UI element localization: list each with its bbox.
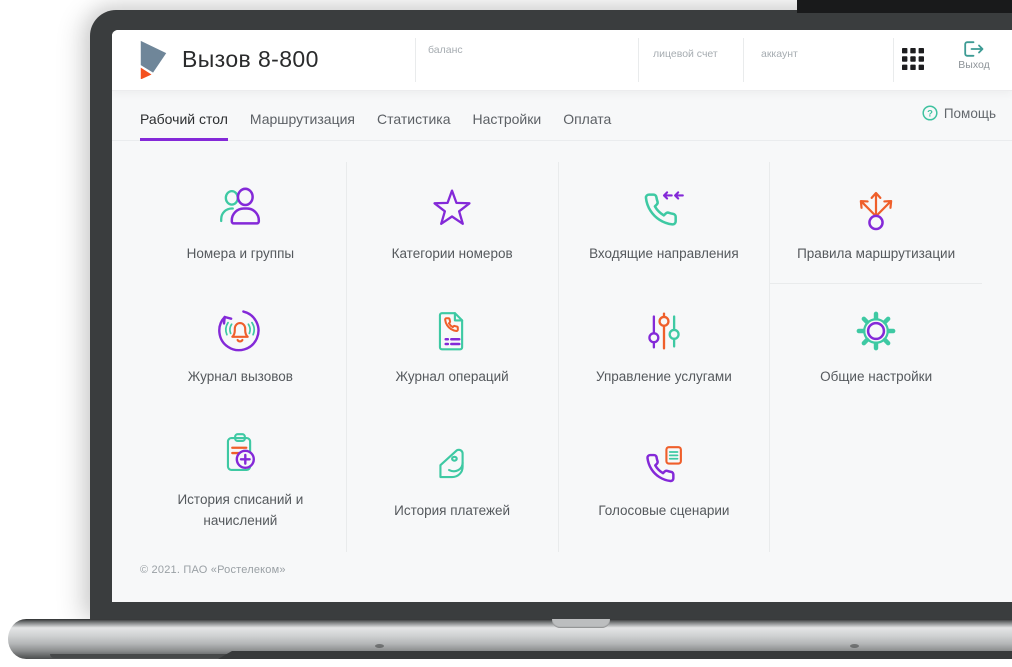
tile-label: Входящие направления — [589, 246, 739, 262]
call-log-icon — [218, 309, 261, 351]
laptop-screen: Вызов 8-800 баланс лицевой счет аккаунт — [112, 30, 1012, 602]
app-header: Вызов 8-800 баланс лицевой счет аккаунт — [112, 30, 1012, 90]
logout-label: Выход — [958, 59, 990, 71]
tile-label: История платежей — [394, 502, 511, 518]
tile-number-categories[interactable]: Категории номеров — [347, 162, 559, 284]
laptop-base — [8, 619, 1012, 659]
app-body: Рабочий стол Маршрутизация Статистика На… — [112, 90, 1012, 602]
operations-log-icon — [439, 311, 464, 350]
brand-logo-link[interactable]: Вызов 8-800 — [138, 39, 319, 79]
tab-settings[interactable]: Настройки — [473, 111, 542, 140]
tab-bar: Рабочий стол Маршрутизация Статистика На… — [112, 90, 1012, 141]
apps-grid-icon — [902, 48, 924, 70]
help-question-icon: ? — [922, 105, 938, 121]
tile-service-management[interactable]: Управление услугами — [559, 284, 771, 407]
laptop-base-dot — [375, 644, 384, 648]
gear-icon — [856, 311, 896, 350]
clipboard-plus-icon — [227, 433, 256, 472]
tile-numbers-and-groups[interactable]: Номера и группы — [135, 162, 347, 284]
header-divider — [893, 38, 894, 82]
page: Вызов 8-800 баланс лицевой счет аккаунт — [0, 0, 1012, 667]
tile-label: Категории номеров — [391, 246, 513, 262]
tile-label: Правила маршрутизации — [797, 245, 956, 261]
svg-text:?: ? — [927, 108, 933, 119]
logout-icon — [964, 41, 984, 57]
voice-script-icon — [646, 445, 682, 482]
tab-payment[interactable]: Оплата — [563, 111, 611, 140]
personal-account-label: лицевой счет — [653, 48, 718, 60]
laptop-base-edge — [50, 654, 230, 658]
laptop-bezel-top-strip — [797, 0, 1012, 13]
laptop-base-dot — [850, 644, 859, 648]
tile-label: Номера и группы — [186, 246, 295, 262]
routing-rules-icon — [859, 191, 893, 230]
app-title: Вызов 8-800 — [182, 45, 319, 72]
laptop-bezel: Вызов 8-800 баланс лицевой счет аккаунт — [90, 10, 1012, 620]
help-link[interactable]: ? Помощь — [922, 105, 996, 121]
star-icon — [433, 189, 471, 226]
tile-payments-history[interactable]: История платежей — [347, 407, 559, 552]
incoming-call-icon — [644, 191, 684, 226]
tile-label: Журнал операций — [395, 368, 509, 384]
wallet-icon — [439, 448, 464, 478]
tile-routing-rules[interactable]: Правила маршрутизации — [770, 162, 982, 284]
tile-label: Общие настройки — [820, 368, 933, 384]
tile-incoming-directions[interactable]: Входящие направления — [559, 162, 771, 284]
tile-label: Управление услугами — [596, 368, 732, 384]
header-divider — [415, 38, 416, 82]
tile-label: Голосовые сценарии — [598, 502, 730, 518]
laptop-base-notch — [552, 619, 610, 628]
dashboard-grid: Номера и группы Категории номеров Входящ… — [135, 162, 982, 552]
users-icon — [220, 187, 261, 225]
tab-desktop[interactable]: Рабочий стол — [140, 111, 228, 141]
laptop-base-edge — [218, 651, 1012, 659]
help-label: Помощь — [943, 105, 996, 121]
sliders-icon — [648, 312, 680, 350]
tile-charges-history[interactable]: История списаний и начислений — [135, 407, 347, 552]
tab-statistics[interactable]: Статистика — [377, 111, 451, 140]
logout-button[interactable]: Выход — [948, 41, 1000, 71]
tile-operations-log[interactable]: Журнал операций — [347, 284, 559, 407]
apps-menu-button[interactable] — [902, 48, 924, 70]
tile-label: Журнал вызовов — [187, 368, 293, 384]
header-divider — [743, 38, 744, 82]
account-label: аккаунт — [761, 48, 798, 60]
copyright-text: © 2021. ПАО «Ростелеком» — [140, 564, 286, 576]
tab-routing[interactable]: Маршрутизация — [250, 111, 355, 140]
tile-voice-scenarios[interactable]: Голосовые сценарии — [559, 407, 771, 552]
balance-label: баланс — [428, 44, 463, 56]
rostelecom-logo-icon — [140, 40, 167, 79]
tile-call-log[interactable]: Журнал вызовов — [135, 284, 347, 407]
header-divider — [638, 38, 639, 82]
tile-general-settings[interactable]: Общие настройки — [770, 284, 982, 407]
tile-label: История списаний и начислений — [177, 492, 304, 528]
